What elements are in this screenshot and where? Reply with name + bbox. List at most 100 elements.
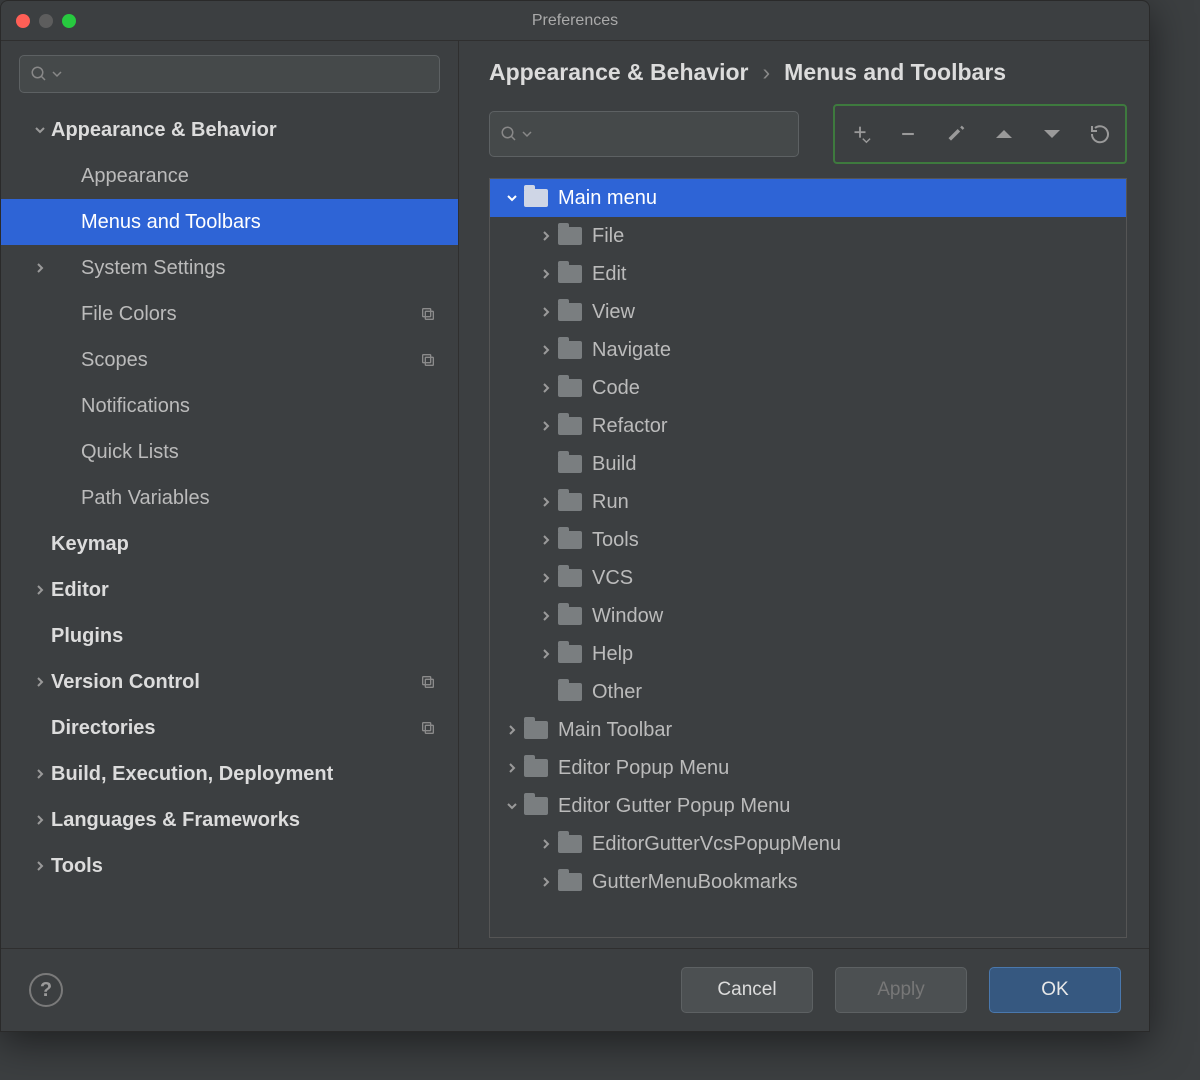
menu-tree-item-label: Other <box>592 681 642 704</box>
menu-tree-item-label: Navigate <box>592 339 671 362</box>
breadcrumb-separator: › <box>762 59 770 86</box>
menu-tree-item-label: Edit <box>592 263 626 286</box>
menu-tree-item[interactable]: Code <box>490 369 1126 407</box>
breadcrumb: Appearance & Behavior › Menus and Toolba… <box>489 59 1127 86</box>
help-button[interactable]: ? <box>29 973 63 1007</box>
chevron-icon <box>29 676 51 688</box>
folder-icon <box>558 303 582 321</box>
sidebar-item[interactable]: Directories <box>1 705 458 751</box>
window-zoom-button[interactable] <box>62 14 76 28</box>
toolbar-row <box>489 104 1127 164</box>
menu-tree-item[interactable]: File <box>490 217 1126 255</box>
menu-tree-item[interactable]: Other <box>490 673 1126 711</box>
ok-button[interactable]: OK <box>989 967 1121 1013</box>
chevron-icon <box>534 344 558 356</box>
chevron-icon <box>500 800 524 812</box>
settings-tree[interactable]: Appearance & Behavior Appearance Menus and… <box>1 101 458 948</box>
menu-tree-item[interactable]: Window <box>490 597 1126 635</box>
menu-tree[interactable]: Main menuFile Edit View Navigate Code Refacto… <box>489 178 1127 938</box>
sidebar-item[interactable]: Scopes <box>1 337 458 383</box>
sidebar-item[interactable]: Appearance <box>1 153 458 199</box>
sidebar-search-input[interactable] <box>19 55 440 93</box>
sidebar-item-label: Appearance <box>81 165 458 188</box>
remove-action-button[interactable] <box>893 119 923 149</box>
chevron-icon <box>534 230 558 242</box>
chevron-down-icon <box>52 69 62 79</box>
sidebar-item[interactable]: Notifications <box>1 383 458 429</box>
sidebar-item[interactable]: File Colors <box>1 291 458 337</box>
sidebar-item[interactable]: System Settings <box>1 245 458 291</box>
menu-tree-item[interactable]: Main Toolbar <box>490 711 1126 749</box>
menu-tree-item-label: Build <box>592 453 636 476</box>
chevron-icon <box>534 838 558 850</box>
sidebar-item[interactable]: Keymap <box>1 521 458 567</box>
sidebar-item[interactable]: Plugins <box>1 613 458 659</box>
chevron-icon <box>29 124 51 136</box>
sidebar-item-label: Quick Lists <box>81 441 458 464</box>
sidebar-item[interactable]: Languages & Frameworks <box>1 797 458 843</box>
window-close-button[interactable] <box>16 14 30 28</box>
sidebar-item-label: Languages & Frameworks <box>51 809 458 832</box>
sidebar-item[interactable]: Editor <box>1 567 458 613</box>
sidebar-item[interactable]: Tools <box>1 843 458 889</box>
breadcrumb-parent[interactable]: Appearance & Behavior <box>489 59 748 86</box>
add-action-button[interactable] <box>845 119 875 149</box>
menu-tree-item[interactable]: Main menu <box>490 179 1126 217</box>
menu-tree-item[interactable]: Run <box>490 483 1126 521</box>
sidebar-item-label: Tools <box>51 855 458 878</box>
sidebar-item[interactable]: Path Variables <box>1 475 458 521</box>
cancel-button[interactable]: Cancel <box>681 967 813 1013</box>
sidebar-item[interactable]: Appearance & Behavior <box>1 107 458 153</box>
reset-button[interactable] <box>1085 119 1115 149</box>
sidebar-item-label: Path Variables <box>81 487 458 510</box>
folder-icon <box>558 531 582 549</box>
menu-tree-item-label: Main Toolbar <box>558 719 672 742</box>
menu-tree-item[interactable]: Refactor <box>490 407 1126 445</box>
menu-tree-item-label: Refactor <box>592 415 668 438</box>
window-minimize-button[interactable] <box>39 14 53 28</box>
sidebar-item[interactable]: Menus and Toolbars <box>1 199 458 245</box>
menu-tree-item[interactable]: Tools <box>490 521 1126 559</box>
folder-icon <box>558 645 582 663</box>
menu-tree-item[interactable]: GutterMenuBookmarks <box>490 863 1126 901</box>
menu-tree-item[interactable]: EditorGutterVcsPopupMenu <box>490 825 1126 863</box>
menu-tree-item[interactable]: Editor Popup Menu <box>490 749 1126 787</box>
project-level-icon <box>420 720 436 736</box>
menu-tree-item[interactable]: Editor Gutter Popup Menu <box>490 787 1126 825</box>
folder-icon <box>558 417 582 435</box>
folder-icon <box>524 759 548 777</box>
folder-icon <box>558 227 582 245</box>
menu-tree-item-label: VCS <box>592 567 633 590</box>
project-level-icon <box>420 674 436 690</box>
chevron-icon <box>29 262 51 274</box>
menu-tree-item[interactable]: Navigate <box>490 331 1126 369</box>
sidebar-item[interactable]: Build, Execution, Deployment <box>1 751 458 797</box>
chevron-icon <box>29 768 51 780</box>
menu-tree-item[interactable]: Edit <box>490 255 1126 293</box>
sidebar-item[interactable]: Quick Lists <box>1 429 458 475</box>
menu-tree-item-label: Editor Gutter Popup Menu <box>558 795 790 818</box>
sidebar-item[interactable]: Version Control <box>1 659 458 705</box>
menu-toolbar <box>833 104 1127 164</box>
chevron-icon <box>534 268 558 280</box>
menu-tree-item[interactable]: View <box>490 293 1126 331</box>
move-up-button[interactable] <box>989 119 1019 149</box>
sidebar-item-label: File Colors <box>81 303 458 326</box>
menu-tree-item[interactable]: VCS <box>490 559 1126 597</box>
apply-button[interactable]: Apply <box>835 967 967 1013</box>
menu-search-input[interactable] <box>489 111 799 157</box>
move-down-button[interactable] <box>1037 119 1067 149</box>
menu-tree-item-label: Window <box>592 605 663 628</box>
search-icon <box>30 65 48 83</box>
sidebar-item-label: System Settings <box>81 257 458 280</box>
window-title: Preferences <box>1 12 1149 30</box>
folder-icon <box>558 683 582 701</box>
edit-action-button[interactable] <box>941 119 971 149</box>
menu-tree-item[interactable]: Help <box>490 635 1126 673</box>
chevron-icon <box>29 860 51 872</box>
chevron-icon <box>500 762 524 774</box>
folder-icon <box>558 493 582 511</box>
sidebar-item-label: Build, Execution, Deployment <box>51 763 458 786</box>
menu-tree-item[interactable]: Build <box>490 445 1126 483</box>
chevron-icon <box>534 306 558 318</box>
